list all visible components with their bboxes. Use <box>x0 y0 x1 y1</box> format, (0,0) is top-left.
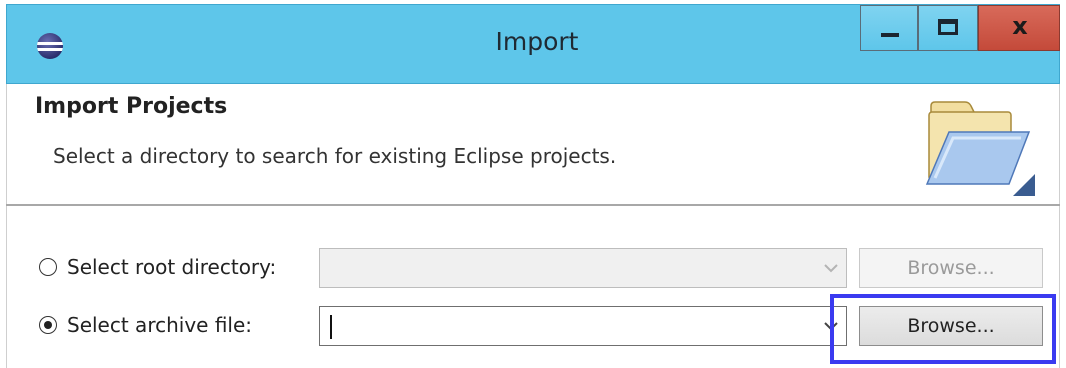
archive-file-radio[interactable] <box>39 316 57 334</box>
maximize-button[interactable] <box>918 5 978 51</box>
archive-file-combo[interactable] <box>319 306 847 346</box>
archive-file-option[interactable]: Select archive file: <box>39 310 252 340</box>
highlight-box <box>830 294 1056 364</box>
root-directory-browse-button: Browse... <box>859 248 1043 288</box>
close-icon: x <box>1012 12 1028 40</box>
root-directory-option[interactable]: Select root directory: <box>39 252 276 282</box>
archive-file-label: Select archive file: <box>67 313 253 337</box>
wizard-header: Import Projects Select a directory to se… <box>6 84 1060 204</box>
root-directory-radio[interactable] <box>39 258 57 276</box>
archive-file-input[interactable] <box>328 311 812 343</box>
root-directory-combo <box>319 248 847 288</box>
minimize-icon <box>881 33 899 37</box>
page-description: Select a directory to search for existin… <box>53 144 617 168</box>
open-folder-icon <box>925 101 1035 196</box>
window-title: Import <box>495 27 579 56</box>
minimize-button[interactable] <box>860 5 918 51</box>
import-dialog: Import x Import Projects Select a direct… <box>0 0 1066 368</box>
chevron-down-icon <box>824 264 838 273</box>
root-directory-label: Select root directory: <box>67 255 277 279</box>
close-button[interactable]: x <box>978 5 1060 51</box>
page-title: Import Projects <box>35 94 228 119</box>
title-bar[interactable]: Import x <box>6 4 1060 84</box>
eclipse-icon <box>37 33 63 59</box>
maximize-icon <box>938 19 958 35</box>
